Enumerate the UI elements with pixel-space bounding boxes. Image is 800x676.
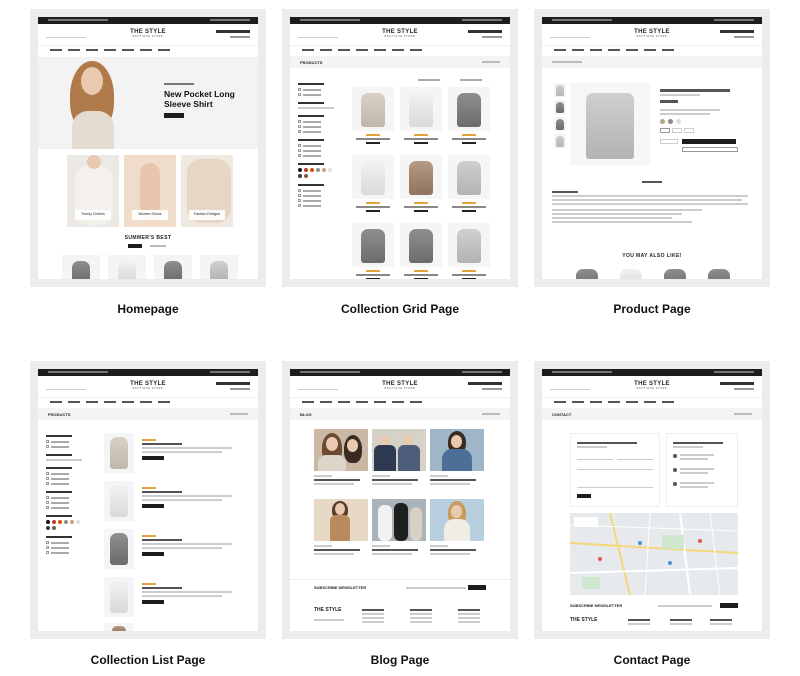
collection-list-preview: THE STYLE BOUTIQUE STORE PRODUCTS [38,369,258,631]
page-heading: PRODUCTS [300,60,323,65]
collection-grid-thumbnail[interactable]: THE STYLE BOUTIQUE STORE PRODUCTS [282,9,518,287]
newsletter-heading: SUBSCRIBE NEWSLETTER [570,603,623,608]
product-row [62,255,242,279]
site-footer: THE STYLE [314,607,494,631]
map[interactable] [570,513,738,595]
category-tiles: Trendy Clothes Women Shoes Fashion Desig… [67,155,233,227]
section-title: YOU MAY ALSO LIKE! [622,253,682,259]
product-page-thumbnail[interactable]: THE STYLE BOUTIQUE STORE YOU MAY ALSO LI… [534,9,770,287]
product-info [660,87,750,152]
category-label: Trendy Clothes [81,212,105,216]
page-heading: BLOG [300,412,312,417]
blog-thumbnail[interactable]: THE STYLE BOUTIQUE STORE BLOG SUBSCRIBE … [282,361,518,639]
caption-collection-grid: Collection Grid Page [340,302,460,316]
section-title: SUMMER'S BEST [124,235,172,241]
caption-collection-list: Collection List Page [90,653,206,667]
contact-info [666,433,738,507]
homepage-preview: THE STYLE BOUTIQUE STORE New Pocket Long … [38,17,258,279]
thumbnail-strip [554,83,566,148]
homepage-thumbnail[interactable]: THE STYLE BOUTIQUE STORE New Pocket Long … [30,9,266,287]
caption-homepage: Homepage [117,302,179,316]
caption-blog: Blog Page [370,653,430,667]
hero-title: New Pocket Long Sleeve Shirt [164,89,235,109]
filter-sidebar [298,83,338,213]
collection-list-thumbnail[interactable]: THE STYLE BOUTIQUE STORE PRODUCTS [30,361,266,639]
category-label: Women Shoes [138,212,162,216]
contact-preview: THE STYLE BOUTIQUE STORE CONTACT SUBSCRI… [542,369,762,631]
filter-sidebar [46,435,86,560]
category-label: Fashion Designs [193,212,221,216]
product-description [552,189,752,225]
site-footer: THE STYLE [570,617,740,631]
hero-banner: New Pocket Long Sleeve Shirt [38,57,258,149]
related-products [570,265,740,279]
collection-grid-preview: THE STYLE BOUTIQUE STORE PRODUCTS [290,17,510,279]
newsletter-heading: SUBSCRIBE NEWSLETTER [314,585,367,590]
contact-thumbnail[interactable]: THE STYLE BOUTIQUE STORE CONTACT SUBSCRI… [534,361,770,639]
product-page-preview: THE STYLE BOUTIQUE STORE YOU MAY ALSO LI… [542,17,762,279]
caption-contact: Contact Page [613,653,691,667]
subscribe-button[interactable] [468,585,486,590]
caption-product: Product Page [613,302,691,316]
page-heading: CONTACT [552,412,572,417]
subscribe-button[interactable] [720,603,738,608]
main-product-image [570,83,650,165]
blog-preview: THE STYLE BOUTIQUE STORE BLOG SUBSCRIBE … [290,369,510,631]
page-heading: PRODUCTS [48,412,71,417]
hero-shop-button[interactable] [164,113,184,118]
contact-form [570,433,660,507]
